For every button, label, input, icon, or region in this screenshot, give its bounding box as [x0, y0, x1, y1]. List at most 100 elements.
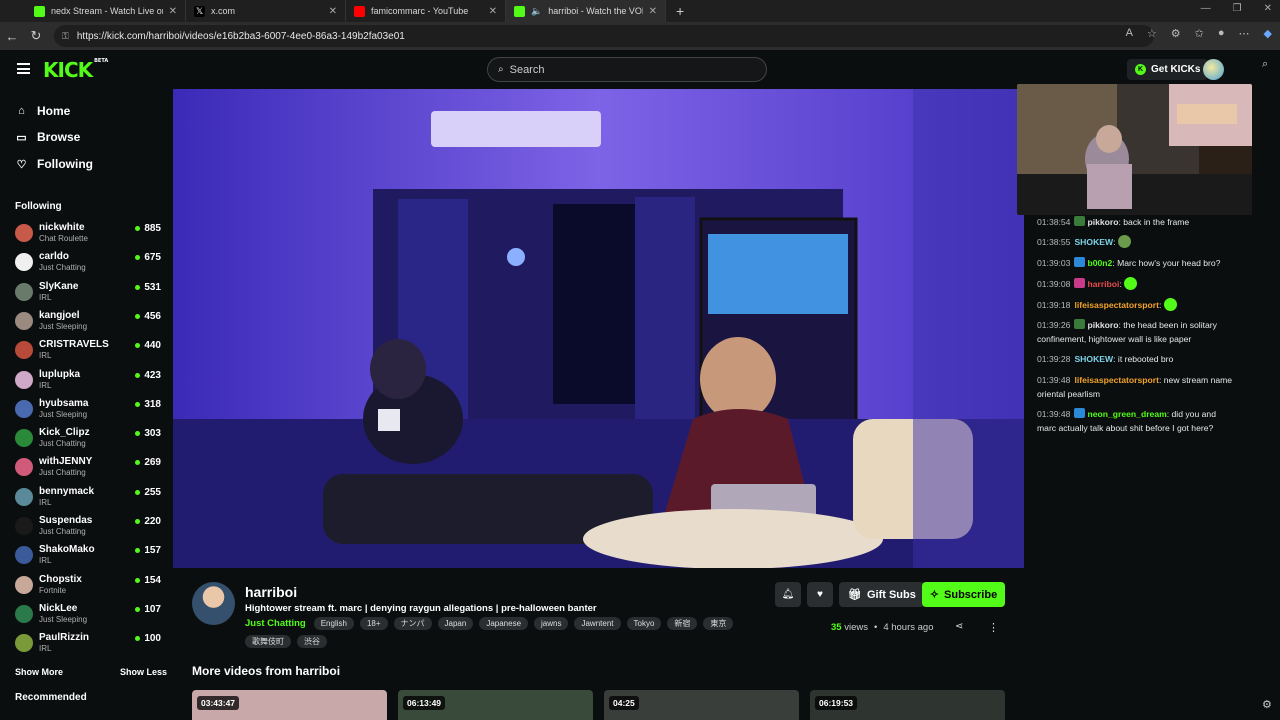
viewer-count-value: 531 — [144, 281, 161, 293]
channel-avatar — [15, 282, 33, 301]
picture-in-picture-video[interactable] — [1017, 84, 1252, 215]
video-thumbnail[interactable]: 06:13:49 — [398, 690, 593, 720]
sidebar-channel-nickwhite[interactable]: nickwhite Chat Roulette 885 — [15, 221, 163, 249]
chat-username[interactable]: harriboi — [1087, 279, 1119, 289]
sidebar-channel-nicklee[interactable]: NickLee Just Sleeping 107 — [15, 602, 163, 630]
video-thumbnail[interactable]: 06:19:53 — [810, 690, 1005, 720]
video-thumbnail[interactable]: 03:43:47 — [192, 690, 387, 720]
sidebar-channel-kangjoel[interactable]: kangjoel Just Sleeping 456 — [15, 309, 163, 337]
browser-tab-2[interactable]: 𝕏x.com ✕ — [186, 0, 346, 22]
get-kicks-button[interactable]: K Get KICKs — [1127, 59, 1209, 80]
profile-icon[interactable]: ● — [1218, 27, 1225, 40]
tag-chip[interactable]: 渋谷 — [297, 635, 327, 648]
tag-chip[interactable]: jawns — [534, 617, 569, 630]
live-dot-icon — [135, 606, 141, 612]
sidebar-channel-carldo[interactable]: carldo Just Chatting 675 — [15, 250, 163, 278]
reload-icon[interactable]: ↻ — [24, 28, 48, 44]
menu-icon[interactable]: ⋯ — [1239, 27, 1250, 40]
tag-chip[interactable]: 歌舞伎町 — [245, 635, 291, 648]
sidebar-channel-withjenny[interactable]: withJENNY Just Chatting 269 — [15, 455, 163, 483]
chat-username[interactable]: neon_green_dream — [1087, 409, 1166, 419]
copilot-icon[interactable]: ◆ — [1264, 27, 1272, 40]
video-thumbnail[interactable]: 04:25 — [604, 690, 799, 720]
tag-chip[interactable]: ナンパ — [393, 617, 432, 630]
sidebar-channel-cristravels[interactable]: CRISTRAVELS IRL 440 — [15, 338, 163, 366]
back-icon[interactable]: ← — [0, 29, 24, 44]
maximize-icon[interactable]: ❐ — [1233, 3, 1242, 14]
channel-name: NickLee — [39, 602, 78, 614]
tag-chip[interactable]: Japanese — [479, 617, 529, 630]
follow-heart-button[interactable]: ♥ — [807, 582, 833, 607]
chat-username[interactable]: lifeisaspectatorsport — [1074, 375, 1159, 385]
sidebar-channel-kick_clipz[interactable]: Kick_Clipz Just Chatting 303 — [15, 426, 163, 454]
channel-avatar[interactable] — [192, 582, 235, 625]
share-icon[interactable]: ⋖ — [955, 621, 963, 632]
tag-chip[interactable]: English — [313, 617, 354, 630]
sidebar-channel-paulrizzin[interactable]: PaulRizzin IRL 100 — [15, 631, 163, 659]
sidebar-channel-bennymack[interactable]: bennymack IRL 255 — [15, 485, 163, 513]
user-avatar[interactable] — [1203, 59, 1224, 80]
tag-chip[interactable]: Jawntent — [574, 617, 621, 630]
sidebar-nav-browse[interactable]: ▭ Browse — [15, 130, 80, 144]
browser-tab-4[interactable]: 🔈 harriboi - Watch the VOD on ✕ — [506, 0, 666, 22]
show-less-button[interactable]: Show Less — [120, 667, 167, 677]
close-window-icon[interactable]: ✕ — [1264, 3, 1272, 14]
sidebar-channel-suspendas[interactable]: Suspendas Just Chatting 220 — [15, 514, 163, 542]
category-link[interactable]: Just Chatting — [245, 617, 306, 630]
kick-logo[interactable]: KICK BETA — [43, 58, 108, 82]
star-icon[interactable]: ☆ — [1147, 27, 1157, 40]
chat-username[interactable]: lifeisaspectatorsport — [1074, 300, 1159, 310]
live-dot-icon — [135, 343, 141, 349]
read-aloud-icon[interactable]: A — [1126, 27, 1133, 40]
sidebar-channel-shakomako[interactable]: ShakoMako IRL 157 — [15, 543, 163, 571]
sidebar-channel-chopstix[interactable]: Chopstix Fortnite 154 — [15, 573, 163, 601]
sidebar-nav-following[interactable]: ♡ Following — [15, 157, 93, 171]
tag-chip[interactable]: 新宿 — [667, 617, 698, 630]
chat-message: 01:39:26 pikkoro: the head been in solita… — [1037, 319, 1217, 344]
minimize-icon[interactable]: — — [1201, 3, 1211, 14]
chat-username[interactable]: pikkoro — [1087, 217, 1118, 227]
search-icon[interactable]: ⌕ — [1262, 58, 1268, 71]
chat-username[interactable]: SHOKEW — [1074, 237, 1113, 247]
new-tab-button[interactable]: + — [666, 3, 694, 19]
browser-tab-1[interactable]: nedx Stream - Watch Live on ✕ — [26, 0, 186, 22]
tag-chip[interactable]: Tokyo — [626, 617, 662, 630]
sidebar-channel-luplupka[interactable]: luplupka IRL 423 — [15, 368, 163, 396]
close-icon[interactable]: ✕ — [329, 6, 337, 17]
channel-name: CRISTRAVELS — [39, 339, 109, 351]
notification-bell-button[interactable]: 🔔︎ — [775, 582, 801, 607]
chat-username[interactable]: pikkoro — [1087, 320, 1118, 330]
close-icon[interactable]: ✕ — [649, 6, 657, 17]
url-field[interactable]: ⚿ https://kick.com/harriboi/videos/e16b2b… — [54, 25, 1154, 47]
close-icon[interactable]: ✕ — [169, 6, 177, 17]
channel-category: Just Sleeping — [39, 409, 88, 419]
channel-name: hyubsama — [39, 397, 89, 409]
gift-subs-button[interactable]: 🎁︎ Gift Subs — [839, 582, 925, 607]
subscribe-button[interactable]: ✧ Subscribe — [922, 582, 1005, 607]
show-more-button[interactable]: Show More — [15, 667, 63, 677]
channel-category: IRL — [39, 497, 52, 507]
browser-tab-3[interactable]: famicommarc - YouTube ✕ — [346, 0, 506, 22]
favorites-icon[interactable]: ✩ — [1195, 27, 1204, 40]
hamburger-menu-icon[interactable] — [17, 63, 30, 74]
settings-gear-icon[interactable]: ⚙ — [1262, 698, 1272, 711]
more-options-icon[interactable]: ⋮ — [988, 621, 999, 634]
site-info-icon[interactable]: ⚿ — [62, 31, 69, 42]
speaker-icon[interactable]: 🔈 — [531, 6, 542, 17]
tag-chip[interactable]: 東京 — [703, 617, 734, 630]
chat-username[interactable]: b00n2 — [1087, 258, 1112, 268]
video-player[interactable] — [173, 89, 1024, 568]
chat-username[interactable]: SHOKEW — [1074, 354, 1113, 364]
url-text: https://kick.com/harriboi/videos/e16b2ba… — [76, 30, 405, 42]
sidebar-channel-slykane[interactable]: SlyKane IRL 531 — [15, 280, 163, 308]
tag-chip[interactable]: 18+ — [359, 617, 388, 630]
extensions-icon[interactable]: ⚙ — [1171, 27, 1181, 40]
channel-name: Kick_Clipz — [39, 427, 90, 439]
channel-name[interactable]: harriboi — [245, 584, 297, 600]
sidebar-channel-hyubsama[interactable]: hyubsama Just Sleeping 318 — [15, 397, 163, 425]
user-badge-icon — [1074, 216, 1086, 226]
tag-chip[interactable]: Japan — [437, 617, 474, 630]
sidebar-nav-home[interactable]: ⌂ Home — [15, 104, 70, 118]
search-input[interactable]: ⌕ Search — [487, 57, 767, 82]
close-icon[interactable]: ✕ — [489, 6, 497, 17]
